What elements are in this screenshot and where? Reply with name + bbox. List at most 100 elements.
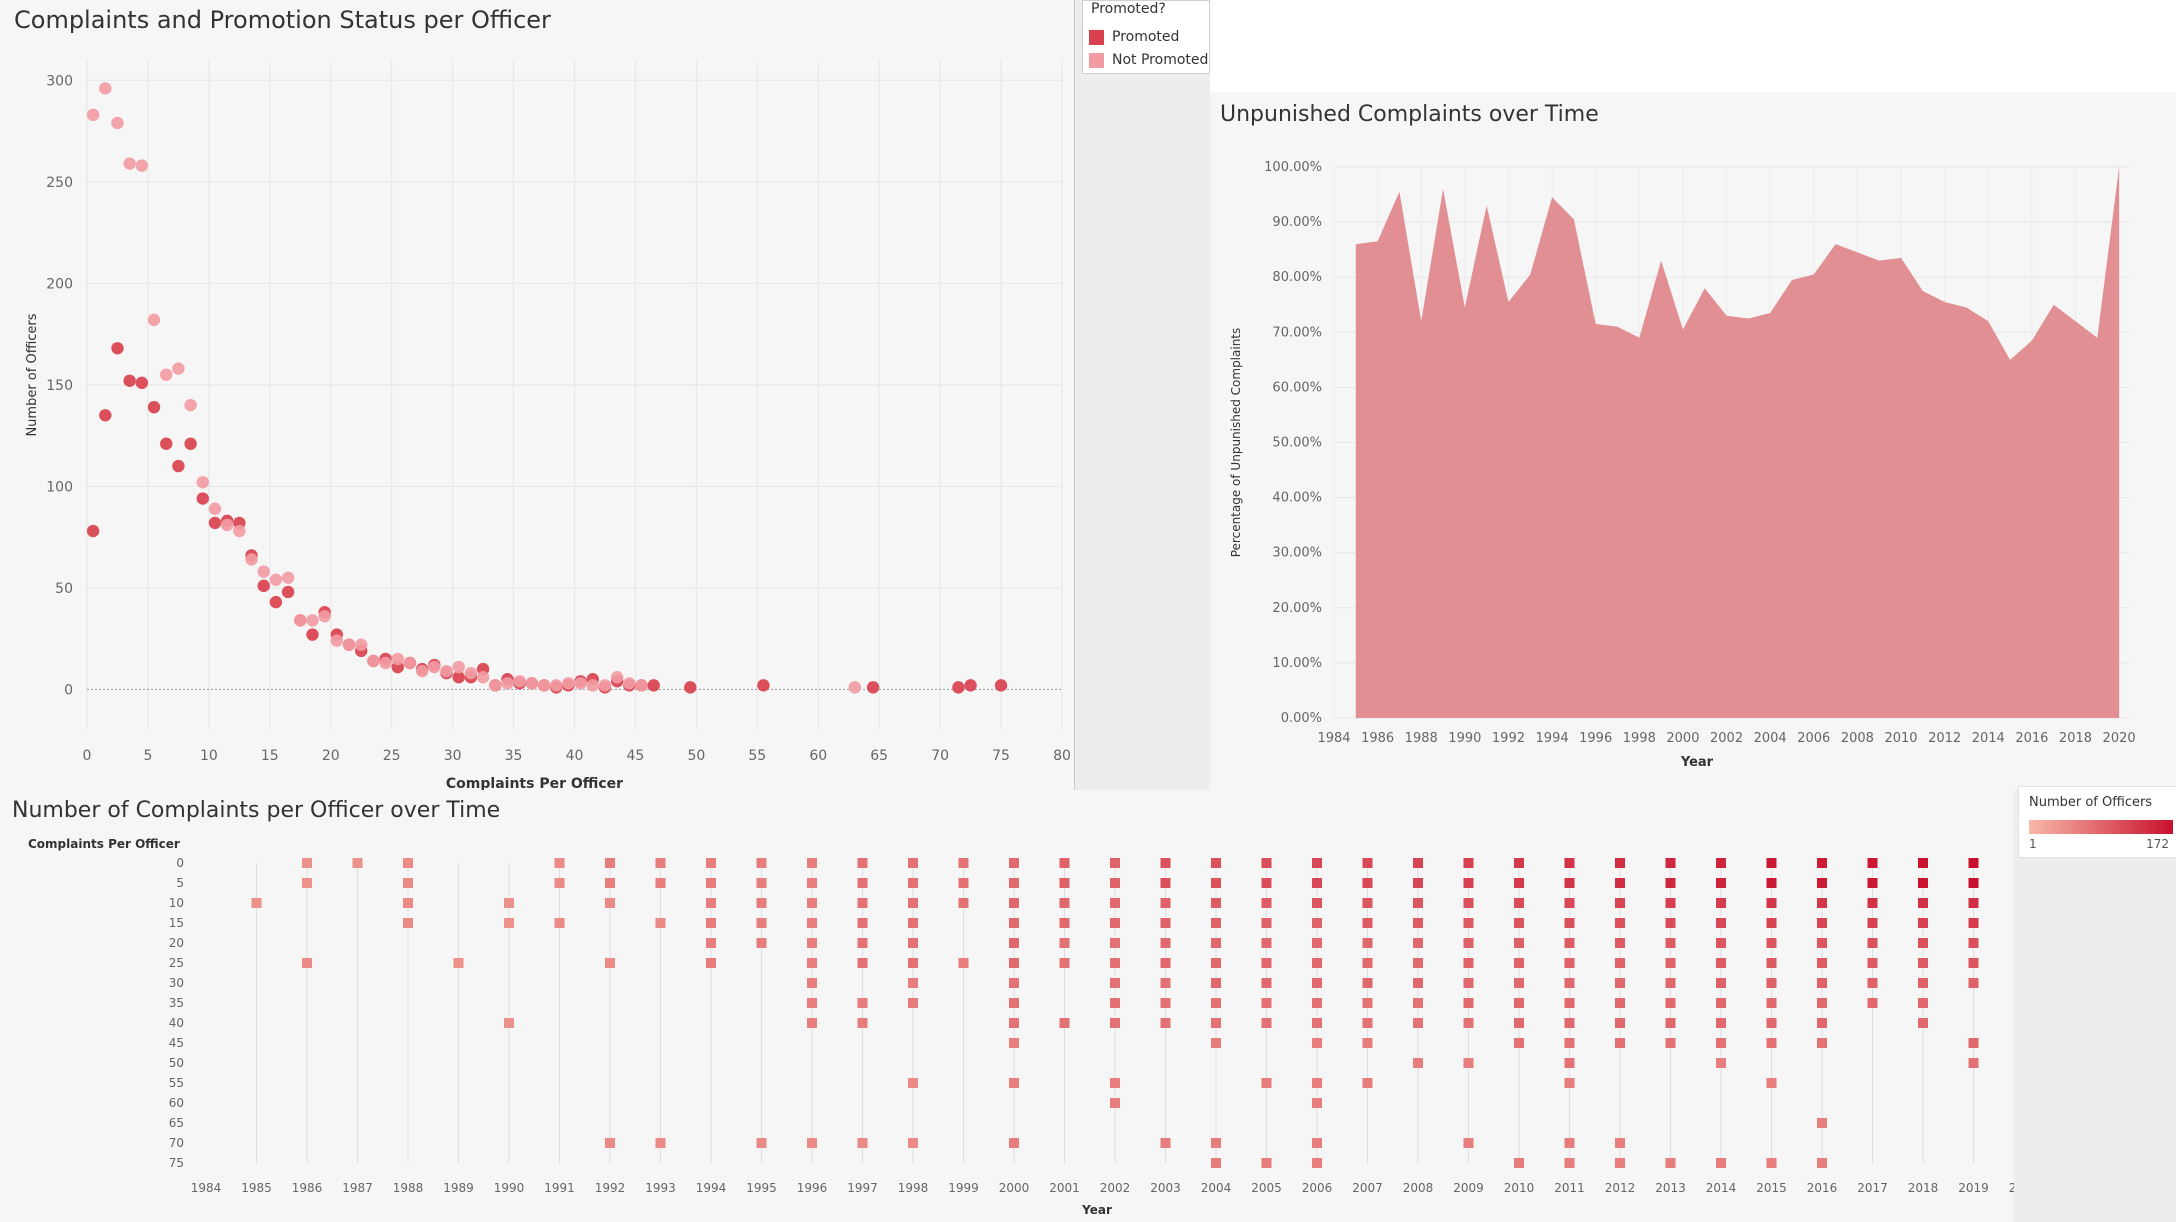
not-promoted-point [208, 502, 222, 515]
y-tick-label: 100.00% [1264, 160, 1322, 175]
heatmap-cell [706, 878, 716, 888]
heatmap-cell [1211, 858, 1221, 868]
heatmap-cell [1009, 1038, 1019, 1048]
heatmap-cell [1463, 918, 1474, 928]
heatmap-cell [807, 938, 817, 948]
heatmap-cell [1867, 958, 1878, 968]
promoted-point [269, 595, 283, 609]
heatmap-cell [1716, 878, 1726, 888]
heatmap-cell [1665, 938, 1676, 948]
x-axis-label: Year [1680, 755, 1714, 770]
not-promoted-point [196, 476, 209, 489]
heatmap-cell [1817, 1118, 1827, 1128]
x-tick-label: 1996 [797, 1181, 828, 1195]
heatmap-cell [1665, 1038, 1676, 1048]
x-tick-label: 2002 [1710, 731, 1743, 746]
x-tick-label: 2014 [1706, 1181, 1737, 1195]
heatmap-cell [857, 858, 868, 868]
not-promoted-point [501, 677, 514, 690]
y-tick-label: 80.00% [1272, 270, 1322, 285]
heatmap-cell [1362, 858, 1373, 868]
x-tick-label: 25 [383, 748, 401, 764]
heatmap-cell [756, 878, 767, 888]
x-tick-label: 1997 [847, 1181, 878, 1195]
heatmap-cell [1160, 1018, 1171, 1028]
x-tick-label: 1996 [1579, 731, 1612, 746]
heatmap-cell [1766, 898, 1777, 908]
heatmap-cell [1564, 898, 1575, 908]
legend-item-not-promoted[interactable]: Not Promoted [1089, 52, 1208, 68]
promoted-point [647, 679, 660, 692]
heatmap-cell [1918, 878, 1928, 888]
heatmap-cell [1615, 1158, 1625, 1168]
heatmap-cell [1514, 858, 1524, 868]
heatmap-cell [1716, 858, 1726, 868]
heatmap-cell [1766, 1078, 1777, 1088]
y-tick-label: 65 [169, 1116, 184, 1130]
heatmap-cell [605, 1138, 615, 1148]
heatmap-cell [1766, 998, 1777, 1008]
color-legend[interactable]: Number of Officers 1 172 [2018, 786, 2176, 858]
heatmap-cell [1362, 978, 1373, 988]
heatmap-cell [1160, 898, 1171, 908]
not-promoted-point [184, 398, 197, 412]
x-tick-label: 1986 [1361, 731, 1394, 746]
heatmap-cell [251, 898, 262, 908]
heatmap-cell [1665, 1158, 1676, 1168]
heatmap-cell [1817, 938, 1827, 948]
area-panel: Unpunished Complaints over Time 0.00% 10.… [1210, 92, 2176, 790]
not-promoted-point [440, 664, 453, 678]
promoted-point [172, 459, 185, 473]
heatmap-cell [1968, 938, 1979, 948]
scatter-chart: 0 5 10 15 20 25 30 35 40 45 50 55 60 65 70 75 80 0 50 100 15… [25, 60, 1071, 790]
heatmap-cell [302, 878, 312, 888]
x-tick-label: 1989 [443, 1181, 474, 1195]
not-promoted-point [233, 524, 246, 538]
heatmap-cell [908, 998, 918, 1008]
heatmap-cell [1615, 858, 1625, 868]
heatmap-cell [1514, 1158, 1524, 1168]
heatmap-cell [1110, 978, 1120, 988]
y-tick-label: 150 [46, 378, 73, 394]
heatmap-cell [958, 898, 969, 908]
x-axis-label: Complaints Per Officer [446, 776, 623, 790]
heatmap-cell [1918, 938, 1928, 948]
x-tick-label: 2014 [1972, 731, 2005, 746]
heatmap-cell [1312, 978, 1322, 988]
heatmap-cell [908, 878, 918, 888]
heatmap-cell [1059, 938, 1070, 948]
heatmap-cell [1564, 938, 1575, 948]
heatmap-cell [1059, 878, 1070, 888]
promoted-point [994, 679, 1008, 692]
heatmap-cell [1009, 858, 1019, 868]
not-promoted-point [525, 677, 539, 690]
heatmap-cell [807, 898, 817, 908]
heatmap-cell [908, 958, 918, 968]
legend-item-promoted[interactable]: Promoted [1089, 29, 1179, 45]
x-tick-label: 1995 [746, 1181, 777, 1195]
heatmap-cell [554, 878, 565, 888]
heatmap-cell [1918, 1018, 1928, 1028]
heatmap-cell [1059, 1018, 1070, 1028]
heatmap-cell [1615, 1038, 1625, 1048]
promotion-legend[interactable]: Promoted? Promoted Not Promoted [1082, 0, 1210, 74]
heatmap-cell [1615, 878, 1625, 888]
x-tick-label: 2012 [1605, 1181, 1636, 1195]
not-promoted-point [99, 82, 112, 95]
x-tick-label: 2016 [2015, 731, 2048, 746]
heatmap-cell [1312, 1098, 1322, 1108]
heatmap-cell [857, 918, 868, 928]
heatmap-cell [1665, 918, 1676, 928]
heatmap-cell [1817, 858, 1827, 868]
heatmap-cell [605, 898, 615, 908]
heatmap-cell [1615, 998, 1625, 1008]
heatmap-cell [1564, 878, 1575, 888]
heatmap-cell [1261, 1078, 1272, 1088]
promoted-point [208, 516, 222, 530]
x-tick-label: 45 [627, 748, 645, 764]
heatmap-cell [857, 958, 868, 968]
x-tick-label: 30 [444, 748, 462, 764]
heatmap-cell [1463, 898, 1474, 908]
y-axis-label: Percentage of Unpunished Complaints [1229, 328, 1243, 558]
not-promoted-point [318, 610, 331, 623]
